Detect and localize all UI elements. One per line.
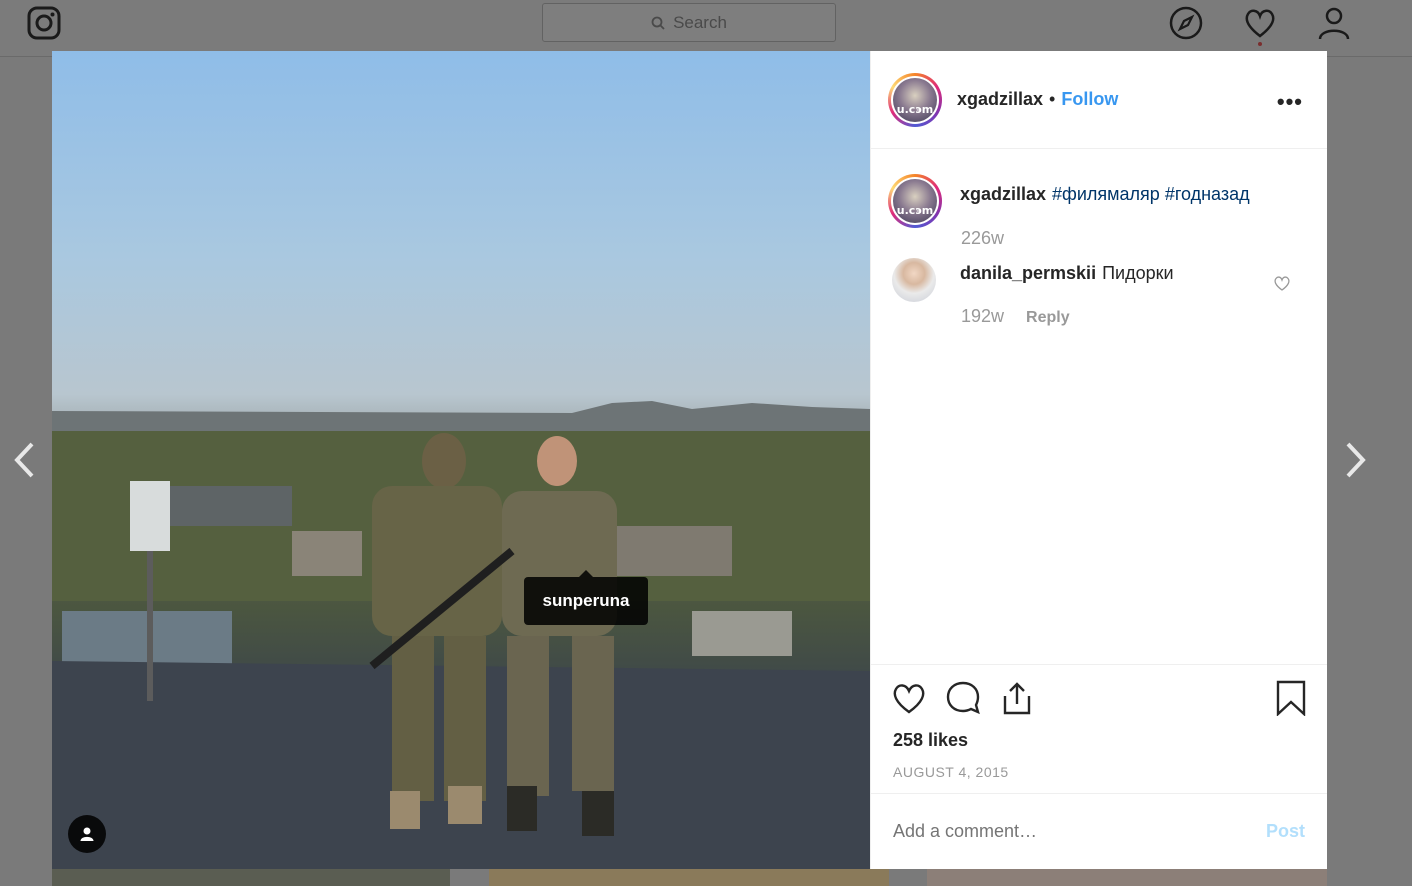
top-nav: Search [0,0,1412,57]
comment-text: Пидорки [1102,263,1174,283]
post-sidebar: u.cэm xgadzillax • Follow ••• u.cэm xgad… [870,51,1327,869]
avatar[interactable]: u.cэm [888,72,942,127]
bookmark-icon[interactable] [1273,680,1309,716]
person-icon [80,827,94,841]
user-tag-tooltip[interactable]: sunperuna [524,570,648,625]
comment-age: 192w [961,306,1005,326]
follow-button[interactable]: Follow [1061,89,1118,110]
grid-thumbnail[interactable] [52,869,450,886]
caption-comment: u.cэm xgadzillax #филямаляр #годназад [888,174,1308,228]
comment-body: danila_permskii Пидорки [960,261,1174,302]
post-comment-button[interactable]: Post [1266,821,1305,842]
comment-text: #филямаляр #годназад [1052,184,1250,204]
more-options-icon[interactable]: ••• [1277,89,1303,115]
post-actions: 258 likes AUGUST 4, 2015 [871,664,1327,794]
profile-icon[interactable] [1317,6,1351,40]
grid-thumbnail[interactable] [489,869,889,886]
search-input[interactable]: Search [542,3,836,42]
comment-bubble-icon[interactable] [945,680,981,716]
avatar-image: u.cэm [893,77,937,122]
comment-meta: 192w Reply [961,306,1070,327]
chevron-left-icon[interactable] [12,440,38,480]
search-placeholder: Search [673,12,727,32]
like-heart-icon[interactable] [891,680,927,716]
post-modal: sunperuna u.cэm xgadzillax • Follow ••• [52,51,1327,869]
comment-input[interactable] [893,821,1233,842]
instagram-logo-icon[interactable] [27,6,61,40]
post-photo[interactable]: sunperuna [52,51,870,869]
notification-dot [1258,42,1262,46]
grid-thumbnail[interactable] [927,869,1327,886]
separator-dot: • [1049,89,1056,109]
comment-username[interactable]: xgadzillax [960,184,1046,204]
share-icon[interactable] [999,680,1035,716]
comment-age: 226w [961,228,1005,248]
photo-scene [52,401,870,869]
comment-username[interactable]: danila_permskii [960,263,1096,283]
avatar[interactable] [892,258,936,302]
avatar[interactable]: u.cэm [888,174,942,228]
comment-body: xgadzillax #филямаляр #годназад [960,182,1250,228]
compass-icon[interactable] [1169,6,1203,40]
tagged-users-button[interactable] [68,815,106,853]
chevron-right-icon[interactable] [1342,440,1368,480]
post-date: AUGUST 4, 2015 [893,764,1009,780]
avatar-image: u.cэm [893,179,937,223]
like-comment-heart-icon[interactable] [1273,274,1291,292]
reply-button[interactable]: Reply [1026,309,1070,327]
post-author-username[interactable]: xgadzillax [957,89,1043,110]
comments-list: u.cэm xgadzillax #филямаляр #годназад 226… [871,150,1327,664]
user-tag-label: sunperuna [542,591,630,610]
search-icon [651,16,665,30]
add-comment-bar: Post [871,793,1327,869]
list-item: danila_permskii Пидорки [888,258,1308,302]
likes-count[interactable]: 258 likes [893,730,968,751]
post-header: u.cэm xgadzillax • Follow ••• [871,51,1327,149]
heart-icon[interactable] [1243,6,1277,40]
